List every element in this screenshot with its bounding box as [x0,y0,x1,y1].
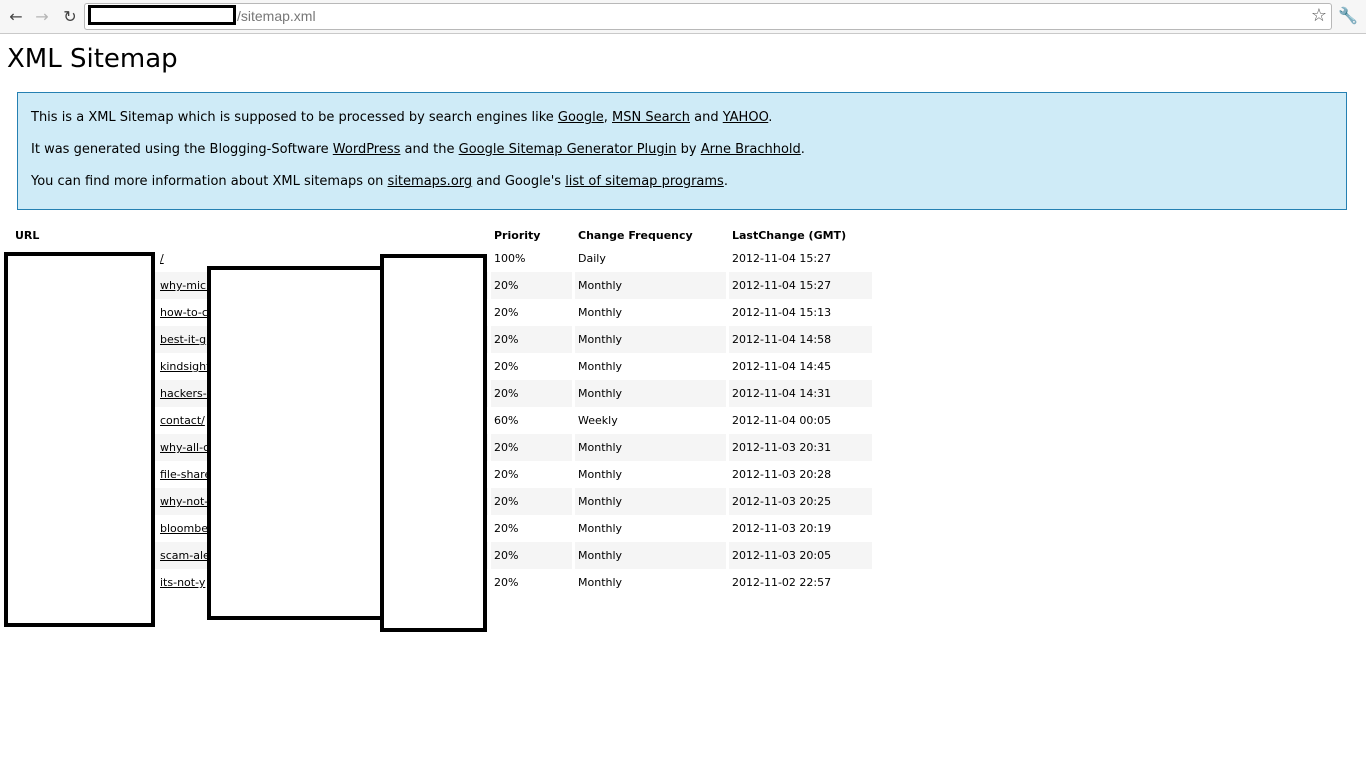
intro-text: This is a XML Sitemap which is supposed … [31,110,558,125]
priority-cell: 20% [491,488,572,515]
priority-cell: 20% [494,468,519,481]
last-change-cell: 2012-11-04 15:27 [732,252,832,265]
priority-cell: 20% [494,576,519,589]
sitemap-url-link[interactable]: scam-ale [160,549,210,562]
sitemap-url-link[interactable]: why-all-c [160,441,209,454]
bookmark-star-icon[interactable]: ☆ [1311,5,1327,26]
intro-text: It was generated using the Blogging-Soft… [31,142,333,157]
frequency-cell: Daily [578,252,606,265]
sitemap-programs-link[interactable]: list of sitemap programs [565,174,724,189]
priority-cell: 100% [494,252,526,265]
intro-paragraph-1: This is a XML Sitemap which is supposed … [31,110,1333,126]
intro-end: . [723,174,728,189]
priority-cell: 20% [494,522,519,535]
intro-paragraph-3: You can find more information about XML … [31,174,1333,190]
forward-arrow-icon[interactable]: → [31,6,53,28]
frequency-cell: Monthly [578,468,623,481]
frequency-cell: Monthly [578,360,623,373]
last-change-cell: 2012-11-04 15:13 [732,306,832,319]
frequency-cell: Monthly [575,488,726,515]
last-change-cell: 2012-11-04 00:05 [732,414,832,427]
yahoo-link[interactable]: YAHOO [723,110,769,125]
intro-paragraph-2: It was generated using the Blogging-Soft… [31,142,1333,158]
last-change-cell: 2012-11-03 20:28 [732,468,832,481]
url-path-text: /sitemap.xml [237,8,316,24]
header-change-frequency: Change Frequency [578,228,693,242]
author-link[interactable]: Arne Brachhold [701,142,801,157]
intro-sep: and Google's [472,174,566,189]
last-change-cell: 2012-11-03 20:19 [732,522,832,535]
frequency-cell: Monthly [575,380,726,407]
last-change-cell: 2012-11-04 14:45 [732,360,832,373]
last-change-cell: 2012-11-04 14:58 [729,326,872,353]
intro-sep: and the [400,142,459,157]
header-last-change: LastChange (GMT) [732,228,847,242]
msn-search-link[interactable]: MSN Search [612,110,690,125]
intro-text: You can find more information about XML … [31,174,388,189]
browser-toolbar: ← → ↻ /sitemap.xml ☆ 🔧 [0,0,1366,34]
last-change-cell: 2012-11-04 14:31 [729,380,872,407]
frequency-cell: Monthly [578,306,623,319]
redaction-box [207,266,384,620]
frequency-cell: Monthly [578,576,623,589]
sitemap-url-link[interactable]: why-micr [160,279,211,292]
priority-cell: 60% [494,414,519,427]
priority-cell: 20% [491,380,572,407]
sitemap-url-link[interactable]: contact/ [160,414,205,427]
last-change-cell: 2012-11-04 15:27 [729,272,872,299]
intro-sep: and [690,110,723,125]
intro-sep: , [603,110,612,125]
intro-end: . [768,110,773,125]
back-arrow-icon[interactable]: ← [5,6,27,28]
intro-box: This is a XML Sitemap which is supposed … [17,92,1347,210]
address-bar[interactable]: /sitemap.xml ☆ [84,3,1332,30]
sitemap-url-link[interactable]: bloomber [160,522,213,535]
sitemap-plugin-link[interactable]: Google Sitemap Generator Plugin [459,142,677,157]
priority-cell: 20% [491,326,572,353]
last-change-cell: 2012-11-03 20:31 [729,434,872,461]
frequency-cell: Monthly [578,522,623,535]
priority-cell: 20% [491,272,572,299]
last-change-cell: 2012-11-03 20:05 [729,542,872,569]
priority-cell: 20% [494,306,519,319]
frequency-cell: Monthly [575,272,726,299]
priority-cell: 20% [491,542,572,569]
sitemaps-org-link[interactable]: sitemaps.org [388,174,473,189]
redaction-box [380,254,487,632]
sitemap-url-link[interactable]: / [160,252,164,265]
header-url: URL [15,228,40,242]
frequency-cell: Monthly [575,326,726,353]
table-header-row: URL Priority Change Frequency LastChange… [12,225,872,245]
reload-icon[interactable]: ↻ [59,6,81,28]
sitemap-url-link[interactable]: file-share [160,468,211,481]
frequency-cell: Monthly [575,542,726,569]
wrench-menu-icon[interactable]: 🔧 [1338,6,1358,25]
frequency-cell: Weekly [578,414,618,427]
intro-end: . [800,142,805,157]
intro-sep: by [676,142,701,157]
sitemap-url-link[interactable]: its-not-y [160,576,205,589]
last-change-cell: 2012-11-03 20:25 [729,488,872,515]
wordpress-link[interactable]: WordPress [333,142,401,157]
sitemap-url-link[interactable]: why-not- [160,495,208,508]
sitemap-url-link[interactable]: kindsight [160,360,210,373]
redaction-box [4,252,155,627]
redacted-domain [88,5,236,25]
frequency-cell: Monthly [575,434,726,461]
google-link[interactable]: Google [558,110,604,125]
priority-cell: 20% [491,434,572,461]
priority-cell: 20% [494,360,519,373]
page-title: XML Sitemap [7,44,178,74]
sitemap-url-link[interactable]: hackers-c [160,387,213,400]
last-change-cell: 2012-11-02 22:57 [732,576,832,589]
header-priority: Priority [494,228,541,242]
sitemap-url-link[interactable]: best-it-g [160,333,206,346]
sitemap-url-link[interactable]: how-to-c [160,306,208,319]
